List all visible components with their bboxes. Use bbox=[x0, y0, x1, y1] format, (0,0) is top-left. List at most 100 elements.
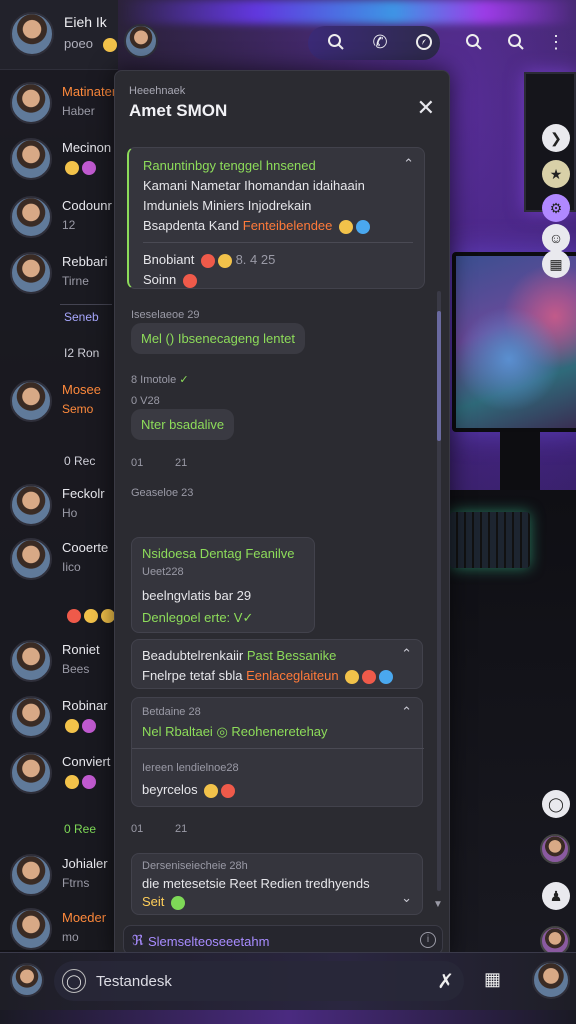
list-item[interactable]: Mecinon bbox=[0, 132, 118, 188]
search-icon[interactable] bbox=[462, 30, 486, 54]
message-text-part: Fnelrpe tetaf sbla bbox=[142, 668, 243, 683]
message-text: die metesetsie Reet Redien tredhyends bbox=[142, 876, 370, 891]
badge-22-icon[interactable]: ★ bbox=[542, 160, 570, 188]
message-text: Denlegoel erte: V✓ bbox=[142, 610, 254, 625]
message-composer[interactable]: ℜ Slemselteoseeetahm i bbox=[123, 925, 443, 955]
scroll-down-icon[interactable]: ▼ bbox=[433, 899, 443, 910]
message-text-part: Seit bbox=[142, 894, 165, 909]
phone-icon[interactable]: ✆ bbox=[368, 30, 392, 54]
emoji-row bbox=[64, 608, 115, 623]
message-text-part: Reoheneretehay bbox=[231, 724, 328, 739]
collapse-icon[interactable]: ✗ bbox=[437, 969, 454, 994]
user-avatar[interactable] bbox=[10, 963, 44, 997]
chevron-down-icon[interactable]: ⌄ bbox=[401, 890, 412, 906]
message-card[interactable]: Ranuntinbgy tenggel hnsened ⌃ Kamani Nam… bbox=[127, 147, 425, 289]
message-footer: Bnobiant 8. 4 25 bbox=[143, 252, 275, 268]
list-item[interactable]: Rebbari Tirne bbox=[0, 246, 118, 302]
chat-subtitle: Heeehnaek bbox=[129, 85, 186, 97]
list-item[interactable]: Mosee Semo bbox=[0, 374, 118, 430]
grid-icon[interactable]: ▦ bbox=[542, 250, 570, 278]
record-icon[interactable]: ◯ bbox=[542, 790, 570, 818]
list-item[interactable]: Matinater Haber bbox=[0, 76, 118, 132]
avatar[interactable] bbox=[540, 834, 570, 864]
list-item-name: Mosee bbox=[62, 382, 102, 397]
chevron-up-icon[interactable]: ⌃ bbox=[401, 646, 412, 662]
user-icon[interactable]: ♟ bbox=[542, 882, 570, 910]
message-text: Kamani Nametar Ihomandan idaihaain bbox=[143, 178, 365, 193]
list-item-sub: Ho bbox=[62, 506, 78, 520]
conversation-list: Eieh Ik poeo Matinater Haber Mecinon Cod… bbox=[0, 0, 118, 950]
zoom-icon[interactable] bbox=[504, 30, 528, 54]
badge-icon bbox=[82, 160, 96, 175]
mention-icon[interactable]: ℜ bbox=[132, 932, 143, 949]
list-item-name: Mecinon bbox=[62, 140, 112, 155]
list-item-badges bbox=[62, 160, 118, 175]
message-card[interactable]: Derseniseiecheie 28h die metesetsie Reet… bbox=[131, 853, 423, 915]
timestamp: 21 bbox=[175, 457, 188, 469]
avatar bbox=[10, 196, 52, 238]
profile-avatar[interactable] bbox=[532, 961, 570, 999]
search-icon: ◯ bbox=[62, 969, 86, 993]
chevron-up-icon[interactable]: ⌃ bbox=[401, 704, 412, 720]
message-text-highlight: Fenteibelendee bbox=[242, 218, 333, 233]
emoji-icon[interactable]: ☺ bbox=[542, 224, 570, 252]
compass-icon[interactable] bbox=[412, 30, 436, 54]
message-card[interactable]: Beadubtelrenkaiir Past Bessanike ⌃ Fnelr… bbox=[131, 639, 423, 689]
section-label: 0 Rec bbox=[64, 454, 96, 468]
list-item[interactable]: Conviert bbox=[0, 746, 118, 802]
settings-icon[interactable]: ⚙ bbox=[542, 194, 570, 222]
close-icon[interactable]: ✕ bbox=[417, 95, 435, 121]
list-item[interactable]: Codounr 12 bbox=[0, 190, 118, 246]
avatar bbox=[10, 252, 52, 294]
top-bar: ✆ ⋮ bbox=[118, 16, 576, 70]
message-text: Mel () Ibsenecageng lentet bbox=[141, 331, 295, 346]
avatar bbox=[10, 138, 52, 180]
list-item[interactable]: Cooerte Iico bbox=[0, 532, 118, 588]
message-bubble[interactable]: Mel () Ibsenecageng lentet bbox=[131, 323, 305, 354]
scrollbar-thumb[interactable] bbox=[437, 311, 441, 441]
emoji-icon bbox=[221, 783, 236, 798]
search-icon[interactable] bbox=[324, 30, 348, 54]
pin-icon[interactable]: ❯ bbox=[542, 124, 570, 152]
bottom-search[interactable]: ◯ Testandesk ✗ bbox=[54, 961, 464, 1001]
chevron-up-icon[interactable]: ⌃ bbox=[403, 156, 414, 172]
info-icon[interactable]: i bbox=[420, 932, 436, 948]
list-header-name: Eieh Ik bbox=[64, 14, 107, 30]
bottom-bar: ◯ Testandesk ✗ ▦ bbox=[0, 952, 576, 1010]
list-item-sub: Bees bbox=[62, 662, 90, 676]
avatar bbox=[10, 640, 52, 682]
timestamp: 0 V28 bbox=[131, 395, 160, 407]
message-footer: Soinn bbox=[143, 272, 197, 288]
list-item[interactable]: Feckolr Ho bbox=[0, 478, 118, 534]
message-text: Bsapdenta Kand Fenteibelendee bbox=[143, 218, 371, 234]
message-text-highlight: Eenlaceglaiteun bbox=[246, 668, 339, 683]
list-item[interactable]: Robinar bbox=[0, 690, 118, 746]
message-card[interactable]: Nsidoesa Dentag Feanilve Ueet228 beelngv… bbox=[131, 537, 315, 633]
list-item-sub: Ftrns bbox=[62, 876, 90, 890]
message-text-part: Denlegoel erte: V bbox=[142, 610, 243, 625]
emoji-icon bbox=[379, 669, 394, 684]
chat-avatar[interactable] bbox=[124, 24, 158, 58]
message-bubble[interactable]: Nter bsadalive bbox=[131, 409, 235, 440]
list-item[interactable]: Roniet Bees bbox=[0, 634, 118, 690]
list-header[interactable]: Eieh Ik poeo bbox=[0, 0, 118, 70]
list-item-name: Roniet bbox=[62, 642, 100, 657]
message-card[interactable]: Betdaine 28 ⌃ Nel Rbaltaei ◎ Reohenerete… bbox=[131, 697, 424, 807]
more-icon[interactable]: ⋮ bbox=[544, 30, 568, 54]
section-label: I2 Ron bbox=[64, 346, 100, 360]
avatar[interactable] bbox=[10, 12, 54, 56]
avatar bbox=[10, 908, 52, 950]
list-item[interactable]: Moeder mo bbox=[0, 902, 118, 958]
list-item-name: Codounr bbox=[62, 198, 112, 213]
list-item-name: Feckolr bbox=[62, 486, 105, 501]
message-text: Seit bbox=[142, 894, 186, 910]
list-item[interactable]: Johialer Ftrns bbox=[0, 848, 118, 904]
emoji-icon bbox=[339, 219, 354, 234]
emoji-icon bbox=[103, 38, 117, 52]
sticker-icon[interactable]: ▦ bbox=[484, 969, 501, 990]
composer-placeholder: Slemselteoseeetahm bbox=[148, 934, 270, 949]
message-footer-text: Bnobiant bbox=[143, 252, 195, 267]
list-item-badges bbox=[62, 774, 118, 789]
message-meta: 8. 4 25 bbox=[235, 252, 276, 267]
badge-icon bbox=[65, 718, 79, 733]
